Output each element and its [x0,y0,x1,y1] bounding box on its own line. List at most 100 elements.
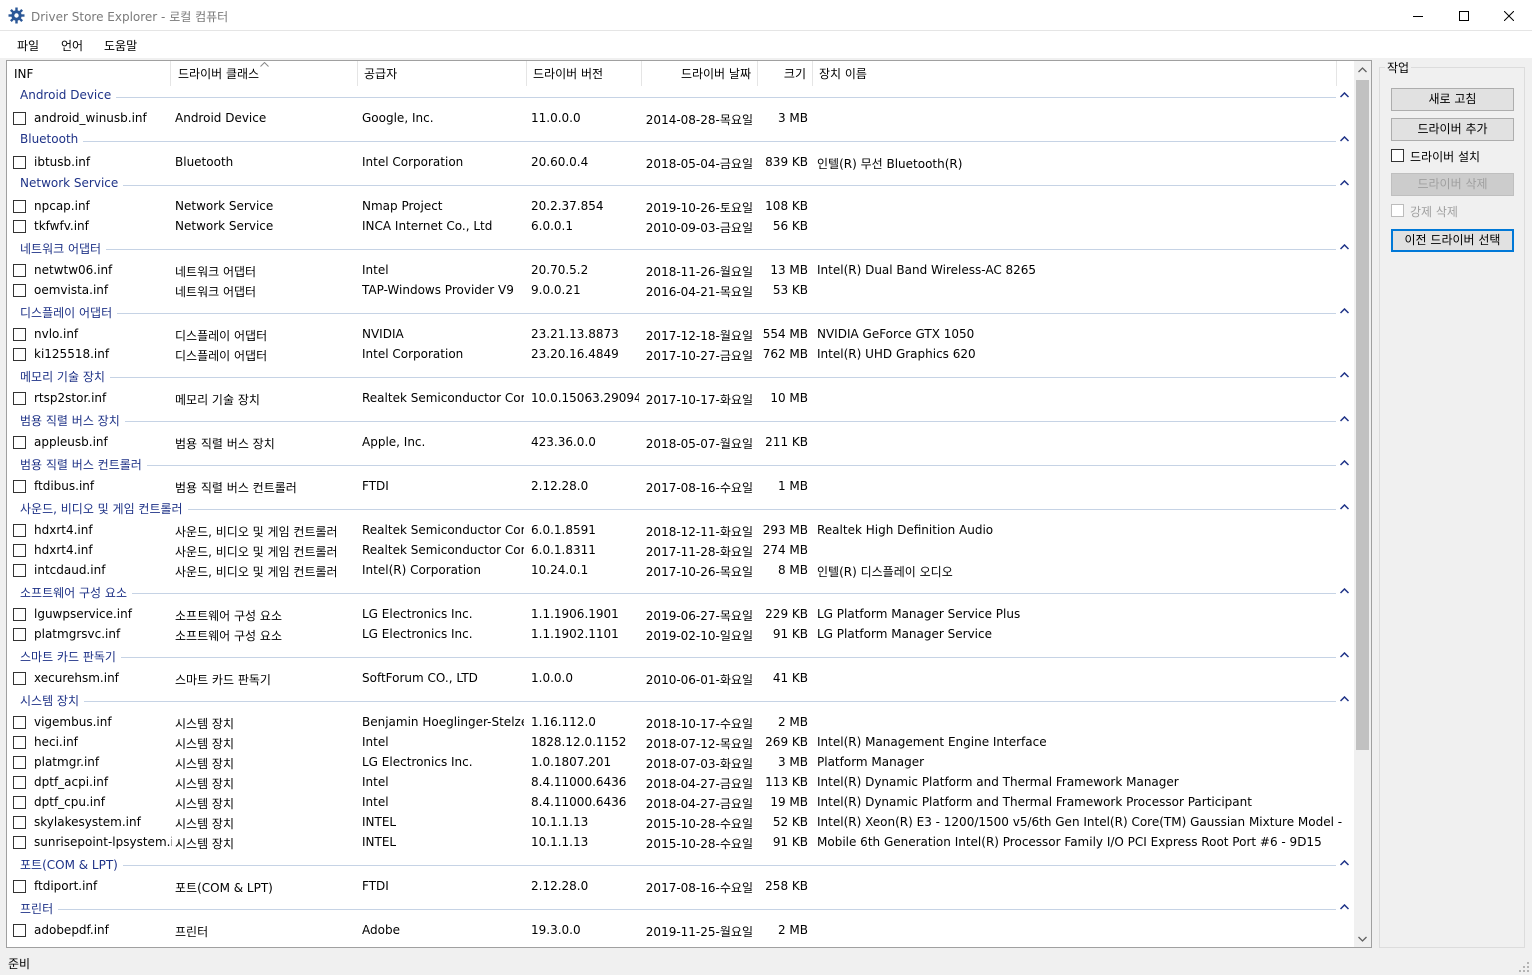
row-checkbox[interactable] [13,816,26,829]
row-checkbox[interactable] [13,328,26,341]
driver-row[interactable]: lguwpservice.inf 소프트웨어 구성 요소 LG Electronic… [7,604,1354,624]
group-header[interactable]: Android Device [7,87,1354,107]
row-checkbox[interactable] [13,736,26,749]
driver-row[interactable]: xecurehsm.inf 스마트 카드 판독기 SoftForum CO., LT… [7,668,1354,688]
collapse-chevron-icon[interactable] [1340,244,1349,250]
row-checkbox[interactable] [13,608,26,621]
close-button[interactable] [1486,0,1532,31]
row-checkbox[interactable] [13,436,26,449]
driver-row[interactable]: tkfwfv.inf Network Service INCA Internet C… [7,216,1354,236]
refresh-button[interactable]: 새로 고침 [1391,88,1514,111]
driver-row[interactable]: rtsp2stor.inf 메모리 기술 장치 Realtek Semiconduc… [7,388,1354,408]
collapse-chevron-icon[interactable] [1340,92,1349,98]
group-header[interactable]: 범용 직렬 버스 장치 [7,411,1354,431]
driver-row[interactable]: ibtusb.inf Bluetooth Intel Corporation 20.6… [7,152,1354,172]
column-header-inf[interactable]: INF [7,61,171,86]
driver-row[interactable]: hdxrt4.inf 사운드, 비디오 및 게임 컨트롤러 Realtek Semi… [7,520,1354,540]
group-header[interactable]: Network Service [7,175,1354,195]
group-header[interactable]: 프린터 [7,899,1354,919]
collapse-chevron-icon[interactable] [1340,696,1349,702]
row-checkbox[interactable] [13,836,26,849]
collapse-chevron-icon[interactable] [1340,652,1349,658]
collapse-chevron-icon[interactable] [1340,308,1349,314]
row-checkbox[interactable] [13,480,26,493]
minimize-button[interactable] [1395,0,1441,31]
driver-row[interactable]: dptf_cpu.inf 시스템 장치 Intel 8.4.11000.6436 201… [7,792,1354,812]
menu-file[interactable]: 파일 [17,37,39,54]
vertical-scrollbar[interactable] [1354,61,1371,947]
collapse-chevron-icon[interactable] [1340,180,1349,186]
collapse-chevron-icon[interactable] [1340,372,1349,378]
group-header[interactable]: 사운드, 비디오 및 게임 컨트롤러 [7,499,1354,519]
row-checkbox[interactable] [13,716,26,729]
collapse-chevron-icon[interactable] [1340,504,1349,510]
row-checkbox[interactable] [13,628,26,641]
group-header[interactable]: 네트워크 어댑터 [7,239,1354,259]
row-checkbox[interactable] [13,284,26,297]
group-header[interactable]: 메모리 기술 장치 [7,367,1354,387]
driver-row[interactable]: ki125518.inf 디스플레이 어댑터 Intel Corporation 23… [7,344,1354,364]
driver-row[interactable]: netwtw06.inf 네트워크 어댑터 Intel 20.70.5.2 2018-1… [7,260,1354,280]
maximize-button[interactable] [1441,0,1487,31]
row-checkbox[interactable] [13,392,26,405]
driver-row[interactable]: intcdaud.inf 사운드, 비디오 및 게임 컨트롤러 Intel(R) C… [7,560,1354,580]
group-header[interactable]: Bluetooth [7,131,1354,151]
row-checkbox[interactable] [13,776,26,789]
checkbox-box[interactable] [1391,149,1404,162]
row-checkbox[interactable] [13,672,26,685]
scroll-down-button[interactable] [1354,930,1371,947]
driver-row[interactable]: heci.inf 시스템 장치 Intel 1828.12.0.1152 2018-07… [7,732,1354,752]
row-checkbox[interactable] [13,544,26,557]
group-header[interactable]: 스마트 카드 판독기 [7,647,1354,667]
row-checkbox[interactable] [13,524,26,537]
column-header-size[interactable]: 크기 [758,61,813,86]
driver-row[interactable]: ftdiport.inf 포트(COM & LPT) FTDI 2.12.28.0 20… [7,876,1354,896]
add-driver-button[interactable]: 드라이버 추가 [1391,118,1514,141]
row-checkbox[interactable] [13,112,26,125]
column-header-version[interactable]: 드라이버 버전 [527,61,642,86]
driver-row[interactable]: platmgrsvc.inf 소프트웨어 구성 요소 LG Electronics … [7,624,1354,644]
driver-row[interactable]: vigembus.inf 시스템 장치 Benjamin Hoeglinger-St… [7,712,1354,732]
checkbox-box[interactable] [1391,204,1404,217]
column-header-date[interactable]: 드라이버 날짜 [642,61,758,86]
scroll-up-button[interactable] [1354,61,1371,78]
driver-row[interactable]: adobepdf.inf 프린터 Adobe 19.3.0.0 2019-11-25-월… [7,920,1354,940]
collapse-chevron-icon[interactable] [1340,588,1349,594]
group-header[interactable]: 디스플레이 어댑터 [7,303,1354,323]
driver-row[interactable]: npcap.inf Network Service Nmap Project 20.2… [7,196,1354,216]
row-checkbox[interactable] [13,796,26,809]
row-checkbox[interactable] [13,220,26,233]
driver-row[interactable]: hdxrt4.inf 사운드, 비디오 및 게임 컨트롤러 Realtek Semi… [7,540,1354,560]
row-checkbox[interactable] [13,348,26,361]
scroll-thumb[interactable] [1356,80,1369,750]
row-checkbox[interactable] [13,564,26,577]
row-checkbox[interactable] [13,880,26,893]
group-header[interactable]: 시스템 장치 [7,691,1354,711]
resize-grip-icon[interactable] [1518,961,1530,973]
install-driver-checkbox[interactable]: 드라이버 설치 [1391,148,1521,164]
driver-row[interactable]: dptf_acpi.inf 시스템 장치 Intel 8.4.11000.6436 20… [7,772,1354,792]
collapse-chevron-icon[interactable] [1340,860,1349,866]
collapse-chevron-icon[interactable] [1340,460,1349,466]
group-header[interactable]: 포트(COM & LPT) [7,855,1354,875]
column-header-provider[interactable]: 공급자 [358,61,527,86]
column-header-device[interactable]: 장치 이름 [813,61,1337,86]
force-delete-checkbox[interactable]: 강제 삭제 [1391,203,1521,219]
menu-help[interactable]: 도움말 [104,37,137,54]
collapse-chevron-icon[interactable] [1340,136,1349,142]
collapse-chevron-icon[interactable] [1340,416,1349,422]
delete-driver-button[interactable]: 드라이버 삭제 [1391,173,1514,196]
row-checkbox[interactable] [13,924,26,937]
row-checkbox[interactable] [13,264,26,277]
select-old-drivers-button[interactable]: 이전 드라이버 선택 [1391,229,1514,252]
driver-row[interactable]: ftdibus.inf 범용 직렬 버스 컨트롤러 FTDI 2.12.28.0 201… [7,476,1354,496]
driver-row[interactable]: android_winusb.inf Android Device Google, … [7,108,1354,128]
driver-row[interactable]: skylakesystem.inf 시스템 장치 INTEL 10.1.1.13 201… [7,812,1354,832]
driver-row[interactable]: platmgr.inf 시스템 장치 LG Electronics Inc. 1.0.… [7,752,1354,772]
row-checkbox[interactable] [13,756,26,769]
driver-row[interactable]: nvlo.inf 디스플레이 어댑터 NVIDIA 23.21.13.8873 2017… [7,324,1354,344]
driver-row[interactable]: appleusb.inf 범용 직렬 버스 장치 Apple, Inc. 423.36… [7,432,1354,452]
menu-language[interactable]: 언어 [61,37,83,54]
group-header[interactable]: 범용 직렬 버스 컨트롤러 [7,455,1354,475]
group-header[interactable]: 소프트웨어 구성 요소 [7,583,1354,603]
